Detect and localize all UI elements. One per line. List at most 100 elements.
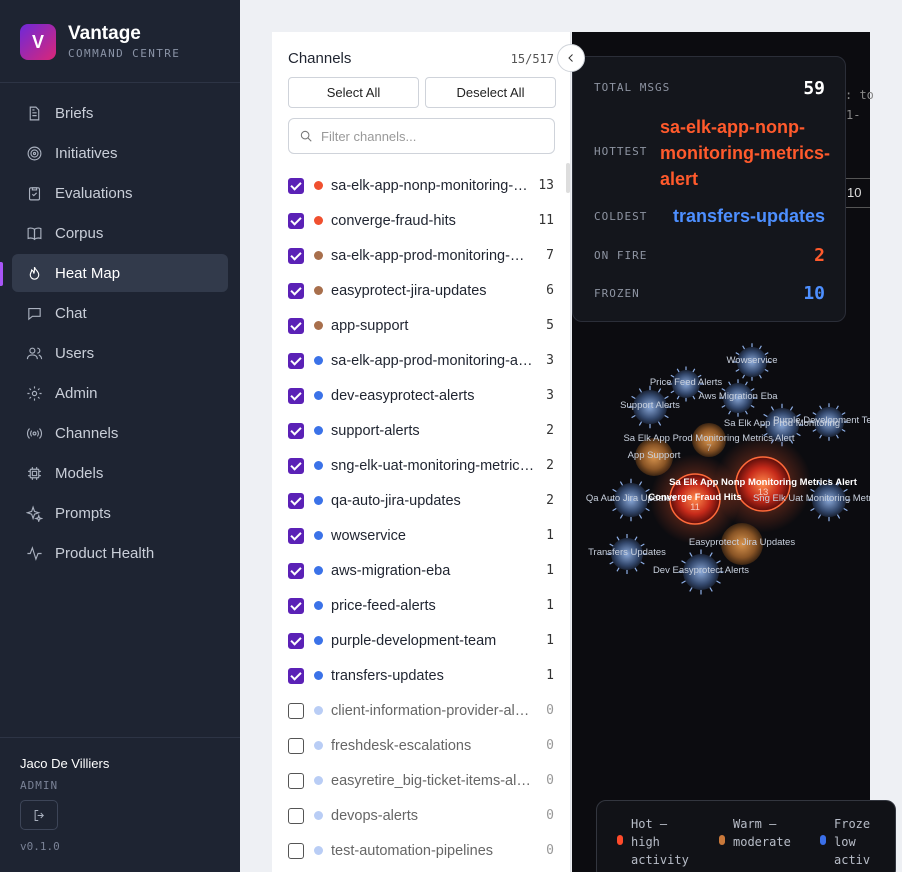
frozen-swatch bbox=[820, 835, 826, 845]
channel-row[interactable]: test-automation-pipelines 0 bbox=[288, 833, 554, 868]
chip-icon bbox=[28, 466, 41, 480]
channel-filter-input[interactable] bbox=[321, 128, 551, 144]
channel-row[interactable]: sa-elk-app-prod-monitoring-alerts 3 bbox=[288, 343, 554, 378]
channel-checkbox[interactable] bbox=[288, 282, 304, 299]
channel-checkbox[interactable] bbox=[288, 527, 304, 544]
bubble-label: Wowservice bbox=[726, 356, 777, 366]
channel-count: 1 bbox=[546, 563, 554, 578]
divider bbox=[0, 82, 240, 83]
bubble-label: Purple Development Team bbox=[773, 416, 870, 426]
bubble-name: Wowservice bbox=[726, 355, 778, 366]
hottest-label: HOTTEST bbox=[594, 145, 648, 158]
coldest-label: COLDEST bbox=[594, 210, 648, 223]
channel-row[interactable]: aws-migration-eba 1 bbox=[288, 553, 554, 588]
nav-item-admin[interactable]: Admin bbox=[12, 374, 228, 412]
nav-item-product-health[interactable]: Product Health bbox=[12, 534, 228, 572]
channel-checkbox[interactable] bbox=[288, 352, 304, 369]
channel-checkbox[interactable] bbox=[288, 562, 304, 579]
channel-checkbox[interactable] bbox=[288, 422, 304, 439]
channel-checkbox[interactable] bbox=[288, 772, 304, 789]
bubble-name: Support Alerts bbox=[620, 400, 680, 411]
channel-checkbox[interactable] bbox=[288, 492, 304, 509]
temperature-dot bbox=[314, 601, 323, 610]
channel-checkbox[interactable] bbox=[288, 597, 304, 614]
app-version: v0.1.0 bbox=[20, 840, 60, 853]
temperature-dot bbox=[314, 181, 323, 190]
channel-checkbox[interactable] bbox=[288, 317, 304, 334]
nav-item-models[interactable]: Models bbox=[12, 454, 228, 492]
channel-row[interactable]: client-information-provider-alerts 0 bbox=[288, 693, 554, 728]
nav-item-initiatives[interactable]: Initiatives bbox=[12, 134, 228, 172]
channel-row[interactable]: app-support 5 bbox=[288, 308, 554, 343]
scrollbar[interactable] bbox=[566, 163, 570, 193]
legend-line: Froze bbox=[834, 817, 871, 831]
temperature-dot bbox=[314, 811, 323, 820]
channel-count: 2 bbox=[546, 493, 554, 508]
bubble-label: Dev Easyprotect Alerts bbox=[653, 566, 749, 576]
hottest-value: sa-elk-app-nonp-monitoring-metrics-alert bbox=[660, 117, 831, 189]
nav-item-users[interactable]: Users bbox=[12, 334, 228, 372]
channel-checkbox[interactable] bbox=[288, 842, 304, 859]
logout-button[interactable] bbox=[20, 800, 58, 830]
collapse-panel-button[interactable] bbox=[557, 44, 585, 72]
flame-icon bbox=[29, 266, 40, 280]
warm-swatch bbox=[719, 835, 725, 845]
channel-row[interactable]: sng-elk-uat-monitoring-metrics-alert 2 bbox=[288, 448, 554, 483]
channel-row[interactable]: dev-easyprotect-alerts 3 bbox=[288, 378, 554, 413]
select-all-button[interactable]: Select All bbox=[288, 77, 419, 108]
channel-name: easyretire_big-ticket-items-alerts bbox=[331, 772, 535, 789]
nav-item-label: Corpus bbox=[55, 224, 104, 242]
channel-row[interactable]: converge-fraud-hits 11 bbox=[288, 203, 554, 238]
channel-row[interactable]: qa-auto-jira-updates 2 bbox=[288, 483, 554, 518]
deselect-all-button[interactable]: Deselect All bbox=[425, 77, 556, 108]
channel-checkbox[interactable] bbox=[288, 457, 304, 474]
filter-box bbox=[288, 118, 555, 154]
channel-name: easyprotect-jira-updates bbox=[331, 282, 487, 299]
channel-checkbox[interactable] bbox=[288, 387, 304, 404]
nav-item-chat[interactable]: Chat bbox=[12, 294, 228, 332]
channel-checkbox[interactable] bbox=[288, 667, 304, 684]
channel-row[interactable]: devops-alerts 0 bbox=[288, 798, 554, 833]
temperature-dot bbox=[314, 531, 323, 540]
nav-item-label: Evaluations bbox=[55, 184, 133, 202]
temperature-dot bbox=[314, 636, 323, 645]
channel-checkbox[interactable] bbox=[288, 737, 304, 754]
channel-count: 6 bbox=[546, 283, 554, 298]
channel-row[interactable]: easyretire_big-ticket-items-alerts 0 bbox=[288, 763, 554, 798]
channel-row[interactable]: transfers-updates 1 bbox=[288, 658, 554, 693]
channels-panel: Channels 15/517 Select All Deselect All … bbox=[272, 32, 571, 872]
channel-row[interactable]: easyprotect-jira-updates 6 bbox=[288, 273, 554, 308]
nav-item-corpus[interactable]: Corpus bbox=[12, 214, 228, 252]
channel-checkbox[interactable] bbox=[288, 212, 304, 229]
channel-row[interactable]: sa-elk-app-nonp-monitoring-metrics-alert… bbox=[288, 168, 554, 203]
channel-checkbox[interactable] bbox=[288, 247, 304, 264]
legend-line: Warm — bbox=[733, 817, 777, 831]
channel-checkbox[interactable] bbox=[288, 702, 304, 719]
temperature-dot bbox=[314, 846, 323, 855]
channel-row[interactable]: purple-development-team 1 bbox=[288, 623, 554, 658]
channel-row[interactable]: price-feed-alerts 1 bbox=[288, 588, 554, 623]
bubble-label: App Support bbox=[628, 451, 681, 461]
channel-checkbox[interactable] bbox=[288, 632, 304, 649]
nav-item-evaluations[interactable]: Evaluations bbox=[12, 174, 228, 212]
frozen-value: 10 bbox=[803, 283, 825, 304]
brand[interactable]: V Vantage COMMAND CENTRE bbox=[20, 24, 180, 60]
bubble-label: Aws Migration Eba bbox=[698, 392, 777, 402]
channel-row[interactable]: sa-elk-app-prod-monitoring-metrics-alert… bbox=[288, 238, 554, 273]
book-icon bbox=[27, 227, 42, 240]
channel-checkbox[interactable] bbox=[288, 177, 304, 194]
nav-item-heat-map[interactable]: Heat Map bbox=[12, 254, 228, 292]
bubble-count: 11 bbox=[690, 502, 700, 513]
channel-row[interactable]: freshdesk-escalations 0 bbox=[288, 728, 554, 763]
nav-item-briefs[interactable]: Briefs bbox=[12, 94, 228, 132]
nav-item-label: Chat bbox=[55, 304, 87, 322]
chat-icon bbox=[28, 307, 41, 320]
nav-item-prompts[interactable]: Prompts bbox=[12, 494, 228, 532]
channel-checkbox[interactable] bbox=[288, 807, 304, 824]
nav-item-channels[interactable]: Channels bbox=[12, 414, 228, 452]
background-text: : to bbox=[845, 88, 874, 102]
channel-row[interactable]: support-alerts 2 bbox=[288, 413, 554, 448]
channel-row[interactable]: wowservice 1 bbox=[288, 518, 554, 553]
channel-name: client-information-provider-alerts bbox=[331, 702, 535, 719]
selected-count: 15/517 bbox=[510, 52, 554, 66]
